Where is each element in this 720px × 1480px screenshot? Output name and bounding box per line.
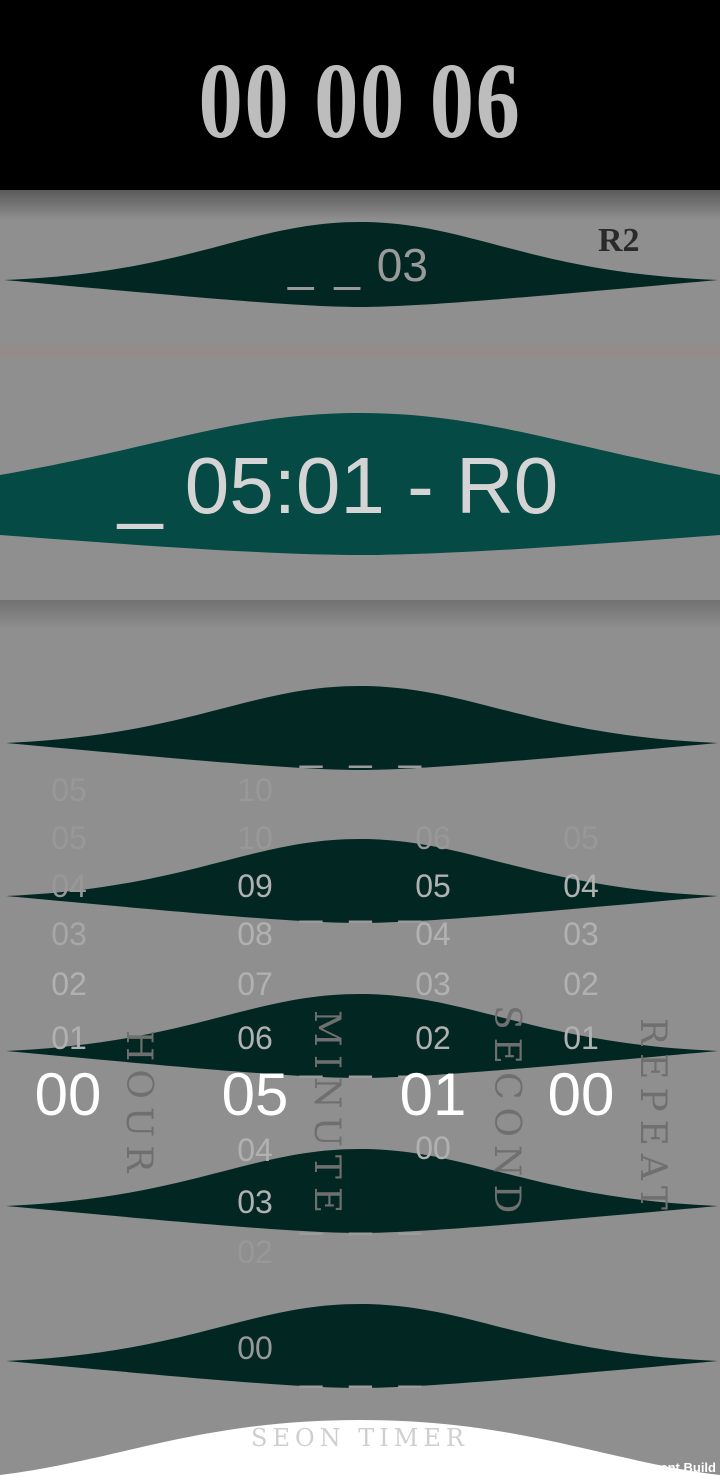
minute-option[interactable]: 02 [200, 1234, 310, 1271]
minute-option[interactable]: 10 [200, 772, 310, 809]
divider [0, 345, 720, 357]
hour-option[interactable]: 01 [14, 1020, 124, 1057]
slot-placeholder-5: _ _ _ [300, 1345, 429, 1389]
next-interval-prefix: _ _ [288, 239, 364, 291]
minute-option[interactable]: 09 [200, 868, 310, 905]
repeat-option[interactable]: 03 [526, 916, 636, 953]
section-shadow [0, 600, 720, 630]
second-option[interactable]: 04 [378, 916, 488, 953]
repeat-option[interactable]: 04 [526, 868, 636, 905]
minute-option[interactable]: 00 [200, 1330, 310, 1367]
hour-option[interactable]: 04 [14, 868, 124, 905]
minute-option[interactable]: 03 [200, 1184, 310, 1221]
second-selected[interactable]: 01 [363, 1060, 503, 1129]
minute-option[interactable]: 04 [200, 1132, 310, 1169]
second-option[interactable]: 05 [378, 868, 488, 905]
second-option[interactable]: 02 [378, 1020, 488, 1057]
repeat-option[interactable]: 05 [526, 820, 636, 857]
minute-option[interactable]: 07 [200, 966, 310, 1003]
next-interval-label: _ _ 03 [288, 238, 428, 292]
round-badge: R2 [598, 222, 640, 259]
current-interval-label: _ 05:01 - R0 [118, 441, 559, 530]
next-interval-value: 03 [376, 239, 428, 291]
elapsed-timer-text: 00 00 06 [198, 42, 522, 161]
minute-label: MINUTE [306, 1010, 347, 1222]
second-option[interactable]: 00 [378, 1130, 488, 1167]
slot-placeholder-1: _ _ _ [300, 725, 429, 769]
hour-label: HOUR [118, 1030, 159, 1181]
hour-option[interactable]: 05 [14, 820, 124, 857]
build-tag: Development Build [598, 1460, 716, 1475]
second-option[interactable]: 03 [378, 966, 488, 1003]
minute-selected[interactable]: 05 [185, 1060, 325, 1129]
hour-option[interactable]: 02 [14, 966, 124, 1003]
hour-option[interactable]: 03 [14, 916, 124, 953]
minute-option[interactable]: 10 [200, 820, 310, 857]
app-title: SEON TIMER [251, 1424, 469, 1452]
repeat-option[interactable]: 01 [526, 1020, 636, 1057]
repeat-label: REPEAT [632, 1018, 673, 1218]
hour-option[interactable]: 05 [14, 772, 124, 809]
repeat-selected[interactable]: 00 [511, 1060, 651, 1129]
minute-option[interactable]: 08 [200, 916, 310, 953]
second-option[interactable]: 06 [378, 820, 488, 857]
minute-option[interactable]: 06 [200, 1020, 310, 1057]
repeat-option[interactable]: 02 [526, 966, 636, 1003]
